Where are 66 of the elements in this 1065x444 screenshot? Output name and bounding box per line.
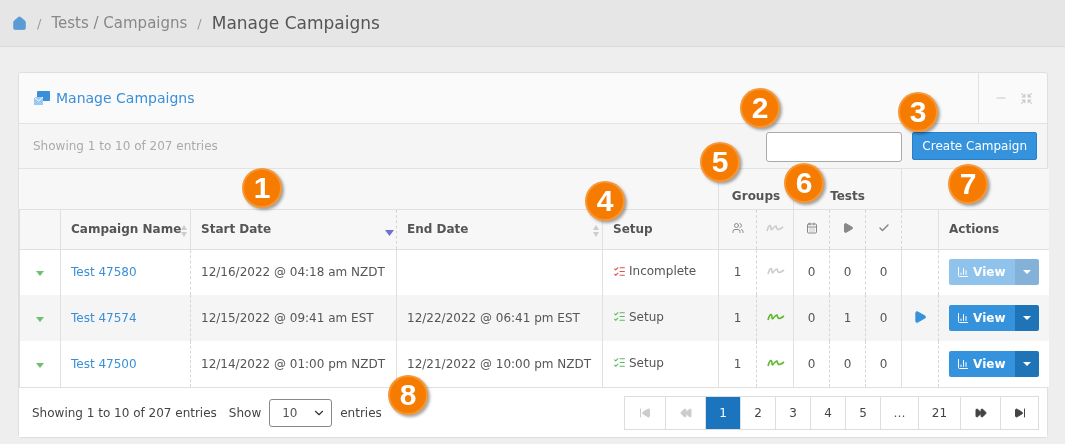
completed-count: 0 <box>879 265 888 280</box>
calendar-icon <box>805 221 818 234</box>
sort-icon[interactable] <box>180 223 188 238</box>
breadcrumb-item: Manage Campaigns <box>211 13 380 33</box>
scheduled-count: 0 <box>807 311 816 325</box>
column-header[interactable]: Setup <box>613 222 653 236</box>
column-header[interactable]: Campaign Name <box>71 222 182 236</box>
show-label: Show <box>228 405 262 420</box>
group-count: 1 <box>733 311 742 325</box>
end-date: 12/21/2022 @ 10:00 pm NZDT <box>407 357 592 371</box>
play-icon[interactable] <box>913 309 928 324</box>
campaign-link[interactable]: Test 47500 <box>71 357 137 371</box>
caret-icon <box>1022 316 1031 320</box>
column-header[interactable]: End Date <box>407 222 469 236</box>
start-date: 12/16/2022 @ 04:18 am NZDT <box>201 265 385 280</box>
play-icon <box>841 221 854 234</box>
running-count: 1 <box>843 311 852 325</box>
completed-count: 0 <box>879 311 888 325</box>
expand-caret-icon[interactable] <box>36 363 44 368</box>
panel-title: Manage Campaigns <box>56 90 195 106</box>
column-group-header: Groups <box>731 188 781 203</box>
fast-forward-icon <box>974 406 987 419</box>
chart-icon <box>957 358 970 370</box>
setup-status: Incomplete <box>629 264 697 278</box>
breadcrumb-separator: / <box>197 15 202 31</box>
view-menu-button[interactable] <box>1014 305 1039 331</box>
entries-label: entries <box>340 405 382 420</box>
group-count: 1 <box>733 265 742 280</box>
users-icon <box>731 221 744 234</box>
end-date: 12/22/2022 @ 06:41 pm EST <box>407 311 580 325</box>
sort-icon[interactable] <box>592 223 600 238</box>
rewind-icon <box>679 406 692 419</box>
breadcrumb-separator: / <box>37 15 42 31</box>
home-icon[interactable] <box>12 15 27 31</box>
caret-icon <box>1022 362 1031 366</box>
campaign-icon <box>33 90 51 106</box>
column-group-header: Tests <box>830 188 865 203</box>
expand-caret-icon[interactable] <box>36 317 44 322</box>
column-header[interactable]: Start Date <box>201 222 272 236</box>
scheduled-count: 0 <box>807 265 816 280</box>
page-size-select[interactable]: 10 <box>269 398 333 427</box>
start-date: 12/14/2022 @ 01:00 pm NZDT <box>201 357 386 371</box>
running-count: 0 <box>843 265 852 280</box>
chart-icon <box>957 312 970 324</box>
search-field[interactable] <box>766 132 903 162</box>
completed-count: 0 <box>879 357 888 371</box>
entries-info: Showing 1 to 10 of 207 entries <box>32 405 217 420</box>
start-date: 12/15/2022 @ 09:41 am EST <box>201 311 374 325</box>
check-icon <box>877 221 890 234</box>
chart-icon <box>957 266 970 279</box>
entries-info: Showing 1 to 10 of 207 entries <box>33 139 219 153</box>
view-menu-button[interactable] <box>1014 351 1039 377</box>
campaign-link[interactable]: Test 47580 <box>71 265 137 280</box>
first-page-icon <box>639 406 651 419</box>
column-header[interactable]: Actions <box>949 222 1000 236</box>
caret-icon <box>1022 270 1031 275</box>
signature-icon <box>766 223 784 233</box>
last-page-icon <box>1013 406 1026 419</box>
setup-status: Setup <box>629 309 664 324</box>
running-count: 0 <box>843 357 852 371</box>
scheduled-count: 0 <box>807 357 816 371</box>
setup-status: Setup <box>629 355 664 370</box>
expand-caret-icon[interactable] <box>36 271 44 277</box>
group-count: 1 <box>733 357 742 371</box>
page-button[interactable]: 1 <box>705 396 740 429</box>
collapse-icon[interactable] <box>1019 91 1033 105</box>
